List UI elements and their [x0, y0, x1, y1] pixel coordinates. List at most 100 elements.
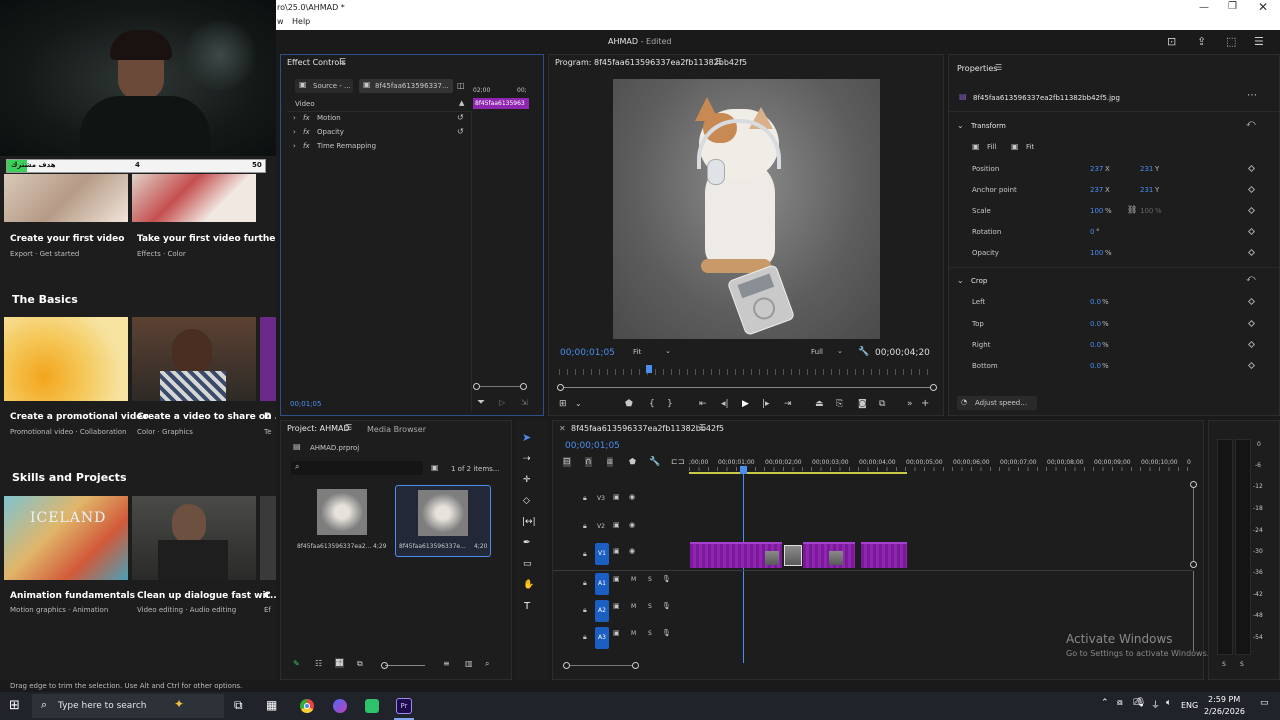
reset-icon[interactable]: ⤺ [1246, 119, 1256, 129]
effect-row-opacity[interactable]: › fx Opacity ↺ [293, 127, 473, 139]
sync-icon[interactable]: ▣ [613, 493, 620, 501]
mark-in-icon[interactable]: { [649, 399, 655, 409]
rectangle-tool-icon[interactable]: ▭ [523, 559, 532, 569]
fit-dropdown[interactable]: Fit ⌄ [633, 347, 677, 358]
quality-dropdown[interactable]: Full ⌄ [811, 347, 851, 358]
track-target-a1[interactable]: A1 [595, 573, 609, 595]
pen-tool-icon[interactable]: ✒ [523, 538, 531, 548]
add-marker-icon[interactable]: ⬟ [629, 457, 636, 466]
opacity-value[interactable]: 100 [1090, 249, 1103, 257]
messenger-icon[interactable] [333, 699, 347, 713]
zoom-handle[interactable] [381, 662, 388, 669]
fit-label[interactable]: Fit [1026, 143, 1034, 151]
filter-icon[interactable]: ⏷ [477, 397, 485, 408]
work-area-bar[interactable] [689, 472, 907, 474]
v-scroll-handle[interactable] [1190, 481, 1197, 488]
program-playhead[interactable] [646, 365, 652, 373]
captions-icon[interactable]: ⊏⊐ [671, 457, 684, 466]
project-item-selected[interactable]: 8f45faa613596337e... 4;20 [395, 485, 491, 557]
card-title-dialogue[interactable]: Clean up dialogue fast wit... [137, 591, 276, 601]
collapse-icon[interactable]: ▲ [459, 99, 464, 107]
play-audio-icon[interactable]: ▷ [499, 398, 505, 407]
keyframe-icon[interactable] [1247, 297, 1256, 306]
lock-icon[interactable]: 🔒︎ [583, 579, 587, 588]
panel-menu-icon[interactable]: ☰ [995, 63, 1002, 72]
meter-solo-right[interactable]: S [1240, 661, 1244, 668]
keyframe-icon[interactable] [1247, 319, 1256, 328]
timeline-ruler[interactable]: ;00;00 00;00;01;00 00;00;02;00 00;00;03;… [689, 457, 1193, 475]
taskbar-search[interactable]: ⌕ Type here to search ✦ [32, 694, 224, 718]
notifications-icon[interactable]: ▭ [1260, 698, 1269, 708]
close-icon[interactable]: ✕ [1258, 0, 1268, 14]
lock-icon[interactable]: 🔒︎ [583, 633, 587, 642]
reset-icon[interactable]: ↺ [457, 127, 464, 136]
go-to-in-icon[interactable]: ⇤ [699, 399, 707, 409]
chevron-down-icon[interactable]: ⌄ [957, 276, 964, 285]
zoom-slider[interactable] [385, 665, 425, 666]
solo-button[interactable]: S [648, 630, 652, 637]
h-scroll-track[interactable] [567, 665, 637, 666]
tray-app-icon[interactable]: ⧇ [1117, 698, 1123, 708]
card-title-create-first[interactable]: Create your first video [10, 234, 124, 244]
program-timecode[interactable]: 00;00;01;05 [560, 348, 615, 358]
clock-time[interactable]: 2:59 PM [1208, 695, 1240, 704]
linked-select-icon[interactable]: ⧈ [607, 457, 613, 467]
link-icon[interactable]: ⛓ [1127, 205, 1137, 214]
quick-export-icon[interactable]: ⬚ [1226, 35, 1236, 48]
menu-item-help[interactable]: Help [292, 17, 310, 26]
sync-icon[interactable]: ▣ [613, 521, 620, 529]
selection-tool-icon[interactable]: ➤ [522, 431, 531, 444]
mic-icon[interactable]: 🎙︎ [662, 575, 671, 583]
card-title-animation[interactable]: Animation fundamentals [10, 591, 135, 601]
source-tab[interactable]: ▣ Source - ... [295, 79, 353, 93]
meter-solo-left[interactable]: S [1222, 661, 1226, 668]
clip-thumbnail-selected[interactable] [784, 545, 802, 566]
fill-label[interactable]: Fill [987, 143, 996, 151]
sort-icon[interactable]: ≡ [443, 659, 450, 668]
chrome-icon[interactable] [300, 699, 314, 713]
position-y[interactable]: 231 [1140, 165, 1153, 173]
share-icon[interactable]: ⇪ [1197, 35, 1206, 48]
card-title-share[interactable]: Create a video to share on ... [137, 412, 276, 422]
clock-date[interactable]: 2/26/2026 [1204, 707, 1245, 716]
keyframe-icon[interactable] [1247, 340, 1256, 349]
anchor-x[interactable]: 237 [1090, 186, 1103, 194]
expand-arrow-icon[interactable]: › [293, 128, 296, 136]
card-title-partial-2[interactable]: C [264, 591, 271, 601]
v-scroll-track[interactable] [1193, 485, 1194, 565]
mute-button[interactable]: M [631, 576, 636, 583]
media-browser-tab[interactable]: Media Browser [367, 425, 426, 434]
eye-icon[interactable]: ◉ [629, 521, 635, 529]
new-bin-icon[interactable]: ▣ [431, 463, 439, 472]
play-icon[interactable]: ▶ [742, 399, 749, 409]
panel-menu-icon[interactable]: ☰ [339, 57, 346, 66]
card-thumb-take-further[interactable] [132, 174, 256, 222]
task-view-icon[interactable]: ⧉ [234, 698, 243, 713]
eye-icon[interactable]: ◉ [629, 547, 635, 555]
h-scroll-handle[interactable] [632, 662, 639, 669]
track-target-a3[interactable]: A3 [595, 627, 609, 649]
panel-menu-icon[interactable]: ☰ [715, 57, 722, 66]
toggle-timeline-icon[interactable]: ◫ [457, 81, 465, 90]
keyframe-icon[interactable] [1247, 185, 1256, 194]
sync-icon[interactable]: ▣ [613, 575, 620, 583]
track-target-a2[interactable]: A2 [595, 600, 609, 622]
project-item[interactable]: 8f45faa613596337ea2... 4;29 [295, 485, 389, 557]
timeline-timecode[interactable]: 00;00;01;05 [565, 441, 620, 451]
panel-menu-icon[interactable]: ☰ [699, 423, 706, 432]
wrench-icon[interactable]: 🔧 [858, 347, 869, 357]
pencil-icon[interactable]: ✎ [293, 659, 300, 668]
program-scroll[interactable] [561, 387, 933, 388]
find-icon[interactable]: ⌕ [485, 659, 489, 669]
chevron-down-icon[interactable]: ⌄ [957, 121, 964, 130]
anchor-y[interactable]: 231 [1140, 186, 1153, 194]
tray-network-icon[interactable]: ⏚ [1151, 698, 1160, 711]
keyframe-icon[interactable] [1247, 206, 1256, 215]
slip-tool-icon[interactable]: |↔| [522, 517, 536, 527]
snap-icon[interactable]: ∩ [585, 457, 592, 467]
crop-bottom-value[interactable]: 0.0 [1090, 362, 1101, 370]
settings-wrench-icon[interactable]: 🔧 [649, 457, 660, 467]
timeline-close-icon[interactable]: ✕ [559, 424, 566, 433]
list-view-icon[interactable]: ☷ [315, 659, 322, 668]
app-green-icon[interactable] [365, 699, 379, 713]
